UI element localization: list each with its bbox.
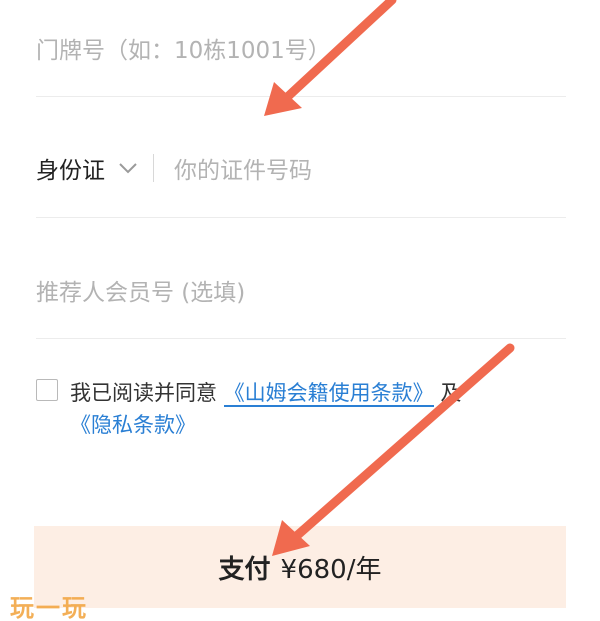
door-number-field[interactable]: 门牌号（如：10栋1001号） [36, 28, 566, 68]
vertical-separator [153, 154, 154, 182]
membership-terms-link[interactable]: 《山姆会籍使用条款》 [223, 381, 434, 407]
pay-button-price: ¥680/年 [280, 554, 382, 585]
agreement-prefix: 我已阅读并同意 [70, 381, 217, 405]
agreement-and: 及 [440, 381, 462, 405]
id-row: 身份证 你的证件号码 [36, 148, 566, 188]
id-type-select[interactable]: 身份证 [36, 151, 105, 185]
agreement-checkbox[interactable] [36, 379, 58, 401]
pay-button-label: 支付 [218, 554, 271, 585]
referrer-field[interactable]: 推荐人会员号 (选填) [36, 270, 566, 310]
divider [36, 96, 566, 97]
door-number-placeholder: 门牌号（如：10栋1001号） [36, 38, 331, 64]
privacy-terms-link[interactable]: 《隐私条款》 [70, 413, 196, 437]
pay-button[interactable]: 支付 ¥680/年 [34, 526, 566, 608]
divider [36, 338, 566, 339]
referrer-placeholder: 推荐人会员号 (选填) [36, 280, 246, 306]
watermark-logo: 玩一玩 [10, 594, 88, 621]
chevron-down-icon[interactable] [111, 151, 145, 185]
agreement-text: 我已阅读并同意 《山姆会籍使用条款》 及 《隐私条款》 [70, 377, 566, 441]
divider [36, 217, 566, 218]
id-number-input[interactable]: 你的证件号码 [174, 151, 312, 185]
